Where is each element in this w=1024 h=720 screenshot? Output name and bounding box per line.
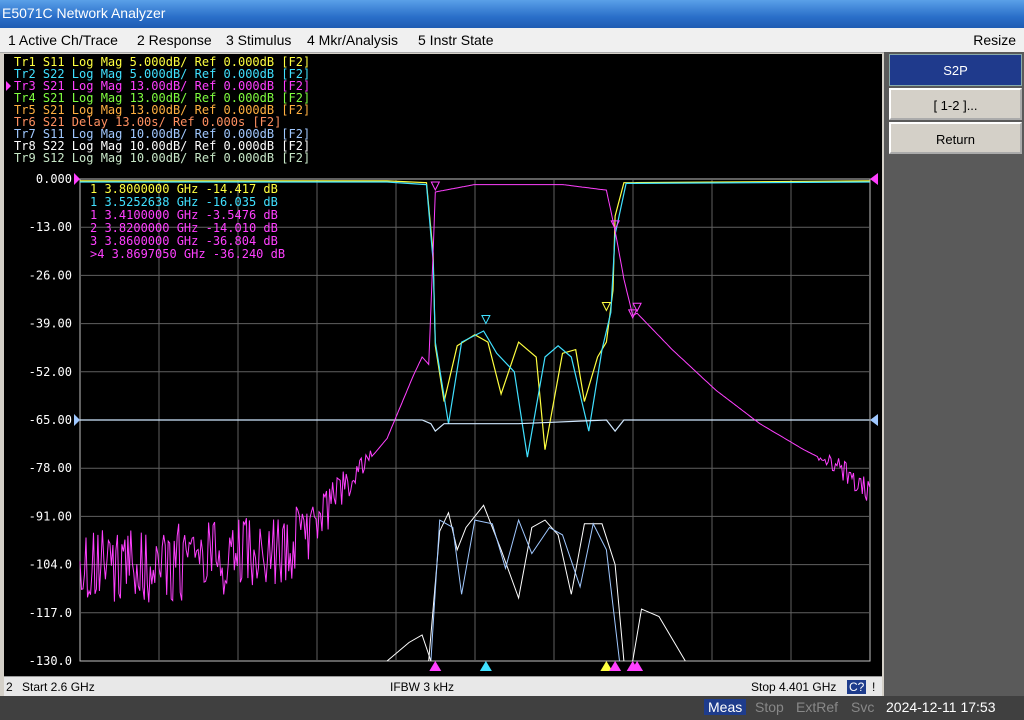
- axis-marker-2: [480, 661, 492, 671]
- y-tick-label: -104.0: [29, 558, 72, 572]
- axis-marker-1: [429, 661, 441, 671]
- y-tick-label: -26.00: [29, 268, 72, 282]
- y-tick-label: -78.00: [29, 461, 72, 475]
- active-trace-pointer: [6, 81, 11, 91]
- marker-readout: 1 3.5252638 GHz -16.035 dB: [90, 195, 278, 209]
- ref-arrow-right-blue: [870, 414, 878, 426]
- instrument-status-bar: Meas Stop ExtRef Svc 2024-12-11 17:53: [0, 696, 1024, 720]
- y-tick-label: -65.00: [29, 413, 72, 427]
- ref-arrow-right: [870, 173, 878, 185]
- trace-label: Tr9 S12 Log Mag 10.00dB/ Ref 0.000dB [F2…: [14, 151, 310, 165]
- y-tick-label: 0.000: [36, 172, 72, 186]
- date-time: 2024-12-11 17:53: [886, 699, 996, 715]
- axis-marker-4: [609, 661, 621, 671]
- menu-response[interactable]: 2 Response: [137, 32, 212, 48]
- marker-readout: 1 3.4100000 GHz -3.5476 dB: [90, 208, 278, 222]
- y-tick-label: -13.00: [29, 220, 72, 234]
- menu-stimulus[interactable]: 3 Stimulus: [226, 32, 291, 48]
- marker-readout: 2 3.8200000 GHz -14.010 dB: [90, 221, 278, 235]
- trace-s11-blue: [431, 520, 620, 661]
- s-parameter-chart: 0.000 -13.00 -26.00 -39.00 -52.00 -65.00 -78.0…: [4, 54, 882, 676]
- warning-indicator: !: [872, 680, 875, 694]
- y-tick-label: -91.00: [29, 509, 72, 523]
- window-title: E5071C Network Analyzer: [2, 5, 165, 21]
- marker-1-s22: [482, 315, 490, 323]
- marker-readout: >4 3.8697050 GHz -36.240 dB: [90, 247, 285, 261]
- svc-indicator: Svc: [851, 699, 874, 715]
- menu-bar: 1 Active Ch/Trace 2 Response 3 Stimulus …: [0, 28, 1024, 53]
- menu-instr-state[interactable]: 5 Instr State: [418, 32, 493, 48]
- y-tick-label: -130.0: [29, 654, 72, 668]
- marker-readout: 3 3.8600000 GHz -36.804 dB: [90, 234, 278, 248]
- channel-number: 2: [6, 680, 13, 694]
- ifbw-value: IFBW 3 kHz: [390, 680, 454, 694]
- marker-readout: 1 3.8000000 GHz -14.417 dB: [90, 182, 278, 196]
- softkey-panel: S2P [ 1-2 ]... Return: [884, 52, 1024, 696]
- extref-indicator: ExtRef: [796, 699, 838, 715]
- trace-lower-lobe-right: [633, 609, 686, 661]
- meas-indicator: Meas: [704, 699, 746, 715]
- softkey-return[interactable]: Return: [889, 122, 1022, 154]
- softkey-port-pair[interactable]: [ 1-2 ]...: [889, 88, 1022, 120]
- menu-mkr-analysis[interactable]: 4 Mkr/Analysis: [307, 32, 398, 48]
- ref-arrow-left-blue: [74, 414, 80, 426]
- trace-s22-white: [429, 505, 624, 661]
- cal-status-badge: C?: [847, 680, 866, 694]
- marker-1-s11: [602, 302, 610, 310]
- ref-arrow-left: [74, 173, 80, 185]
- y-tick-label: -117.0: [29, 606, 72, 620]
- stop-frequency: Stop 4.401 GHz: [751, 680, 836, 694]
- stop-indicator: Stop: [755, 699, 784, 715]
- resize-button[interactable]: Resize: [973, 32, 1016, 48]
- softkey-header-s2p: S2P: [889, 54, 1022, 86]
- measurement-screen: 0.000 -13.00 -26.00 -39.00 -52.00 -65.00 -78.0…: [4, 54, 882, 676]
- title-bar: E5071C Network Analyzer: [0, 0, 1024, 28]
- marker-1-s21: [431, 182, 439, 190]
- start-frequency: Start 2.6 GHz: [22, 680, 95, 694]
- menu-active-ch-trace[interactable]: 1 Active Ch/Trace: [8, 32, 118, 48]
- y-tick-label: -52.00: [29, 365, 72, 379]
- y-tick-label: -39.00: [29, 317, 72, 331]
- channel-status-bar: 2 Start 2.6 GHz IFBW 3 kHz Stop 4.401 GH…: [4, 676, 882, 697]
- trace-lower-lobe-left: [387, 635, 431, 661]
